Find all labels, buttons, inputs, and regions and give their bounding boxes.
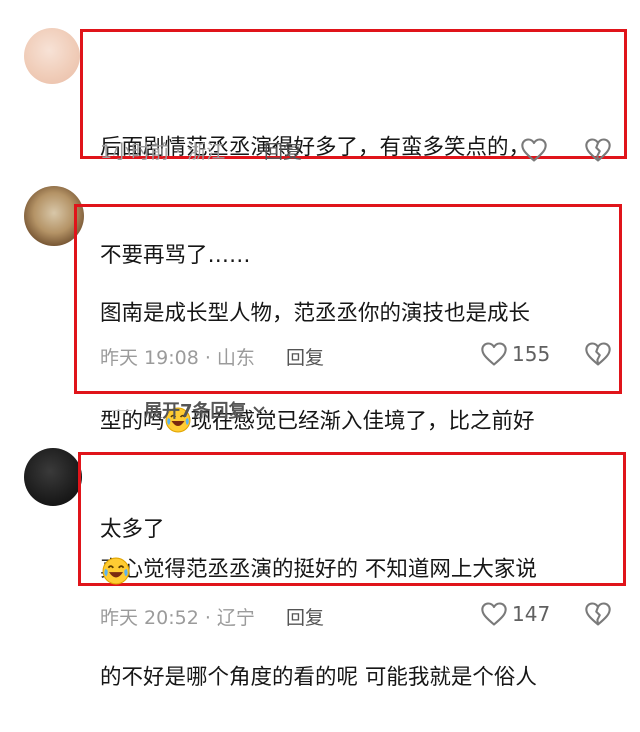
laughing-crying-emoji — [102, 557, 130, 585]
broken-heart-icon[interactable] — [584, 601, 612, 627]
avatar[interactable] — [24, 28, 80, 84]
divider-line — [102, 409, 132, 411]
expand-replies-label: 展开7条回复 — [144, 401, 247, 422]
chevron-down-icon — [252, 406, 265, 414]
avatar[interactable] — [24, 448, 82, 506]
reply-button[interactable]: 回复 — [286, 343, 324, 370]
expand-replies-button[interactable]: 展开7条回复 — [102, 396, 267, 424]
heart-icon[interactable] — [480, 601, 508, 627]
reply-button[interactable]: 回复 — [264, 137, 302, 164]
comment-meta: 昨天 19:08 · 山东 — [100, 347, 255, 369]
heart-icon[interactable] — [520, 137, 548, 163]
reply-button[interactable]: 回复 — [286, 603, 324, 630]
comment-meta: 昨天 20:52 · 辽宁 — [100, 607, 255, 629]
broken-heart-icon[interactable] — [584, 341, 612, 367]
like-count: 155 — [512, 342, 551, 366]
broken-heart-icon[interactable] — [584, 137, 612, 163]
like-count: 147 — [512, 602, 551, 626]
heart-icon[interactable] — [480, 341, 508, 367]
comment-meta: 1小时前 · 浙江 — [100, 141, 226, 163]
